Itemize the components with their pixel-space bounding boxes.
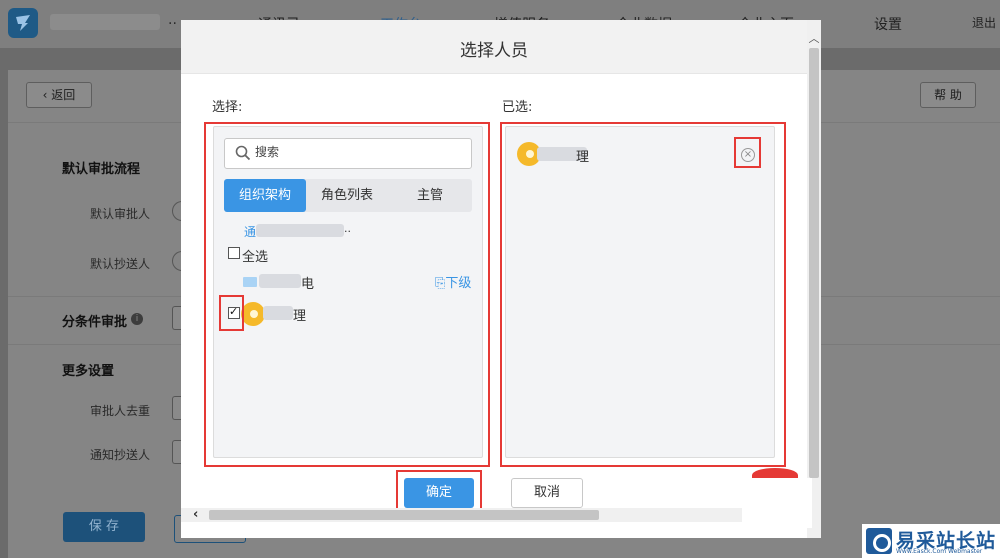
- select-people-dialog: 选择人员 ︿ 选择: 已选: 组织架构 角色列表 主管 通 .. 全选 电 ⎘下…: [181, 20, 821, 538]
- label-notify-cc: 通知抄送人: [90, 448, 151, 462]
- watermark: 易采站长站 Www.Easck.Com Webmaster: [862, 524, 1000, 558]
- vertical-scrollbar[interactable]: ︿: [807, 20, 821, 538]
- label-default-cc: 默认抄送人: [90, 257, 151, 271]
- highlight-select-panel: [204, 122, 490, 467]
- chevron-left-icon[interactable]: ‹: [193, 507, 198, 522]
- info-icon[interactable]: i: [131, 313, 143, 325]
- highlight-checkbox: [219, 295, 244, 331]
- blank-patch: [742, 478, 812, 528]
- section-title-conditional: 分条件审批: [62, 315, 128, 330]
- dialog-title: 选择人员: [460, 41, 528, 61]
- section-title-default-flow: 默认审批流程: [62, 162, 141, 177]
- watermark-subtitle: Www.Easck.Com Webmaster: [896, 548, 983, 555]
- save-button[interactable]: 保 存: [63, 512, 145, 542]
- back-button-label: 返回: [51, 88, 76, 102]
- cancel-button[interactable]: 取消: [511, 478, 583, 508]
- chevron-up-icon[interactable]: ︿: [807, 30, 821, 46]
- label-default-approver: 默认审批人: [90, 207, 151, 221]
- watermark-logo-icon: [866, 528, 892, 554]
- scrollbar-thumb[interactable]: [809, 48, 819, 478]
- highlight-selected-panel: [500, 122, 786, 467]
- dialog-header: 选择人员: [181, 20, 821, 74]
- chevron-left-icon: ‹: [42, 88, 52, 102]
- nav-logout[interactable]: 退出: [972, 14, 996, 31]
- horizontal-scrollbar[interactable]: ‹: [181, 507, 781, 522]
- company-name-blurred: [50, 14, 160, 30]
- scrollbar-thumb[interactable]: [209, 510, 599, 520]
- selected-column-label: 已选:: [502, 100, 533, 115]
- company-name-suffix: ..: [168, 12, 177, 28]
- section-title-more: 更多设置: [62, 364, 115, 379]
- back-button[interactable]: ‹ 返回: [26, 82, 92, 108]
- highlight-remove-icon: [734, 137, 761, 168]
- select-column-label: 选择:: [212, 100, 243, 115]
- nav-settings[interactable]: 设置: [874, 14, 902, 34]
- label-dedupe: 审批人去重: [90, 404, 151, 418]
- help-button[interactable]: 帮 助: [920, 82, 976, 108]
- app-logo-icon[interactable]: [8, 8, 38, 38]
